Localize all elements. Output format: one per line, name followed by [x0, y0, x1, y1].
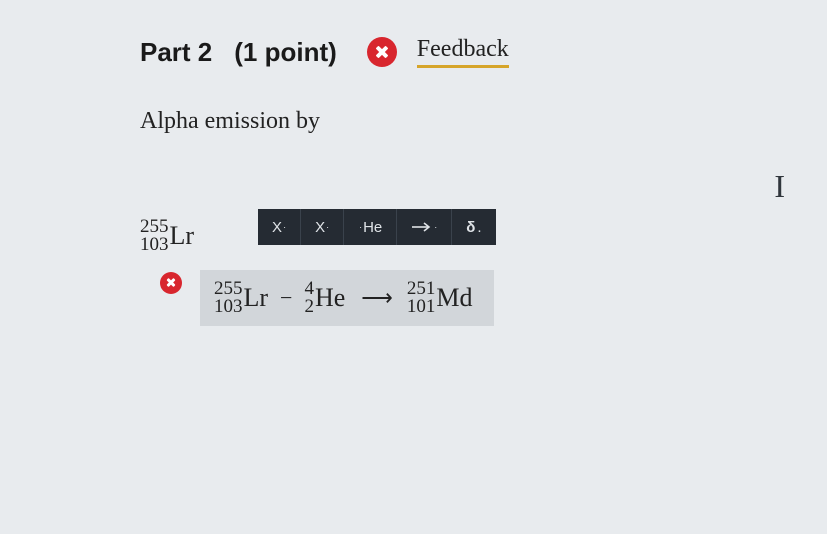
student-answer[interactable]: 255 103 Lr − 4 2 He ⟶ 251 101 Md — [200, 270, 494, 326]
isotope-mass: 255 — [140, 218, 169, 236]
charge-button[interactable]: δ. — [452, 209, 495, 245]
answer-term-2: 4 2 He — [304, 280, 345, 316]
superscript-button[interactable]: X· — [258, 209, 301, 245]
minus-sign: − — [276, 285, 296, 311]
isotope-atomic: 103 — [140, 236, 169, 254]
subscript-button[interactable]: X· — [301, 209, 344, 245]
equation-toolbar: X· X· ·He · δ. — [258, 209, 496, 245]
feedback-link[interactable]: Feedback — [417, 36, 509, 68]
answer-term-3: 251 101 Md — [407, 280, 473, 316]
question-isotope: 255 103 Lr — [140, 218, 194, 254]
points-label: (1 point) — [234, 37, 337, 68]
answer-term-1: 255 103 Lr — [214, 280, 268, 316]
question-prompt: Alpha emission by — [140, 108, 697, 135]
arrow-icon — [411, 222, 433, 232]
reaction-arrow: ⟶ — [353, 285, 399, 311]
arrow-button[interactable]: · — [397, 209, 452, 245]
text-cursor-icon: I — [774, 168, 785, 205]
part-label: Part 2 — [140, 37, 212, 68]
isotope-symbol: Lr — [170, 223, 195, 249]
incorrect-icon — [367, 37, 397, 67]
element-button[interactable]: ·He — [344, 209, 397, 245]
answer-incorrect-icon — [160, 272, 182, 294]
question-header: Part 2 (1 point) Feedback — [140, 36, 697, 68]
